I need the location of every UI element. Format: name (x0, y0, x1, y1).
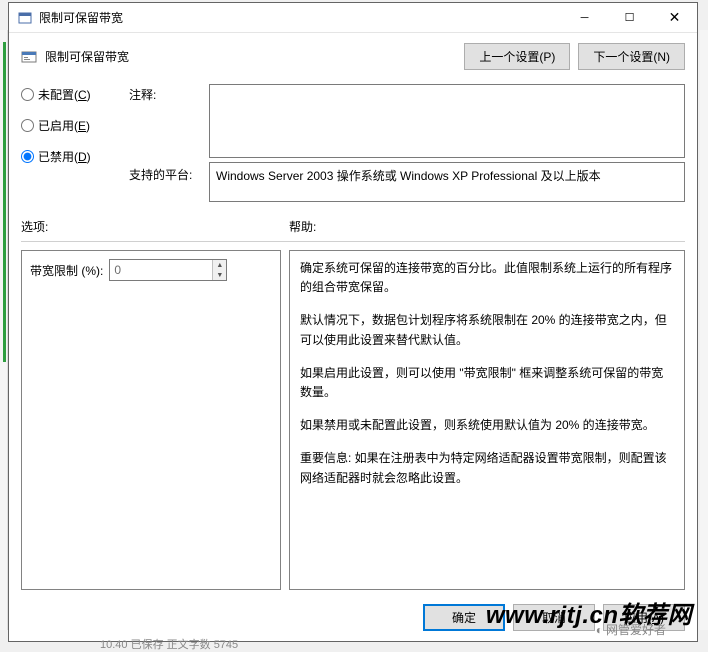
body-row: 带宽限制 (%): ▲ ▼ 确定系统可保留的连接带宽的百分比。此值限制系统上运行… (9, 242, 697, 598)
close-button[interactable]: ✕ (652, 3, 697, 32)
options-heading: 选项: (21, 218, 289, 235)
help-panel: 确定系统可保留的连接带宽的百分比。此值限制系统上运行的所有程序的组合带宽保留。 … (289, 250, 685, 590)
header-title: 限制可保留带宽 (45, 48, 456, 65)
spinner-down[interactable]: ▼ (213, 270, 226, 280)
radio-disabled-label: 已禁用(D) (38, 148, 91, 165)
policy-icon (21, 49, 37, 65)
help-p3: 如果启用此设置，则可以使用 "带宽限制" 框来调整系统可保留的带宽数量。 (300, 364, 674, 402)
label-column: 注释: 支持的平台: (129, 84, 201, 202)
minimize-button[interactable]: ─ (562, 3, 607, 32)
prev-setting-label: 上一个设置(P) (479, 50, 555, 64)
radio-enabled-input[interactable] (21, 119, 34, 132)
options-panel: 带宽限制 (%): ▲ ▼ (21, 250, 281, 590)
dialog-window: 限制可保留带宽 ─ ☐ ✕ 限制可保留带宽 上一个设置(P) 下一个设置(N) … (8, 2, 698, 642)
next-setting-button[interactable]: 下一个设置(N) (578, 43, 685, 70)
field-column: Windows Server 2003 操作系统或 Windows XP Pro… (209, 84, 685, 202)
next-setting-label: 下一个设置(N) (593, 50, 670, 64)
apply-label: 应用(A) (624, 611, 664, 625)
prev-setting-button[interactable]: 上一个设置(P) (464, 43, 570, 70)
radio-disabled-input[interactable] (21, 150, 34, 163)
help-heading: 帮助: (289, 218, 685, 235)
radio-not-configured-label: 未配置(C) (38, 86, 91, 103)
help-p4: 如果禁用或未配置此设置，则系统使用默认值为 20% 的连接带宽。 (300, 416, 674, 435)
titlebar: 限制可保留带宽 ─ ☐ ✕ (9, 3, 697, 33)
help-p5: 重要信息: 如果在注册表中为特定网络适配器设置带宽限制，则配置该网络适配器时就会… (300, 449, 674, 487)
bandwidth-limit-label: 带宽限制 (%): (30, 259, 103, 279)
platform-label: 支持的平台: (129, 164, 201, 183)
bandwidth-limit-input[interactable] (110, 260, 212, 280)
ok-button[interactable]: 确定 (423, 604, 505, 631)
background-fragment-right (700, 30, 708, 630)
window-controls: ─ ☐ ✕ (562, 3, 697, 32)
radio-not-configured-input[interactable] (21, 88, 34, 101)
config-area: 未配置(C) 已启用(E) 已禁用(D) 注释: 支持的平台: Windows … (9, 84, 697, 210)
header-row: 限制可保留带宽 上一个设置(P) 下一个设置(N) (9, 33, 697, 84)
spinner-arrows: ▲ ▼ (212, 260, 226, 280)
radio-enabled-label: 已启用(E) (38, 117, 90, 134)
radio-column: 未配置(C) 已启用(E) 已禁用(D) (21, 84, 121, 202)
radio-disabled[interactable]: 已禁用(D) (21, 148, 121, 165)
comment-input[interactable] (209, 84, 685, 158)
window-title: 限制可保留带宽 (39, 9, 562, 26)
footer: 确定 取消 应用(A) (9, 598, 697, 641)
bandwidth-limit-spinner[interactable]: ▲ ▼ (109, 259, 227, 281)
cancel-button[interactable]: 取消 (513, 604, 595, 631)
mid-labels: 选项: 帮助: (9, 210, 697, 241)
window-icon (17, 10, 33, 26)
spinner-up[interactable]: ▲ (213, 260, 226, 270)
bottom-fragment: 10.40 已保存 正文字数 5745 (100, 636, 238, 652)
help-p1: 确定系统可保留的连接带宽的百分比。此值限制系统上运行的所有程序的组合带宽保留。 (300, 259, 674, 297)
radio-not-configured[interactable]: 未配置(C) (21, 86, 121, 103)
comment-label: 注释: (129, 84, 201, 164)
apply-button[interactable]: 应用(A) (603, 604, 685, 631)
background-green-bar (3, 42, 6, 362)
platform-box: Windows Server 2003 操作系统或 Windows XP Pro… (209, 162, 685, 202)
help-p2: 默认情况下，数据包计划程序将系统限制在 20% 的连接带宽之内，但可以使用此设置… (300, 311, 674, 349)
radio-enabled[interactable]: 已启用(E) (21, 117, 121, 134)
maximize-button[interactable]: ☐ (607, 3, 652, 32)
